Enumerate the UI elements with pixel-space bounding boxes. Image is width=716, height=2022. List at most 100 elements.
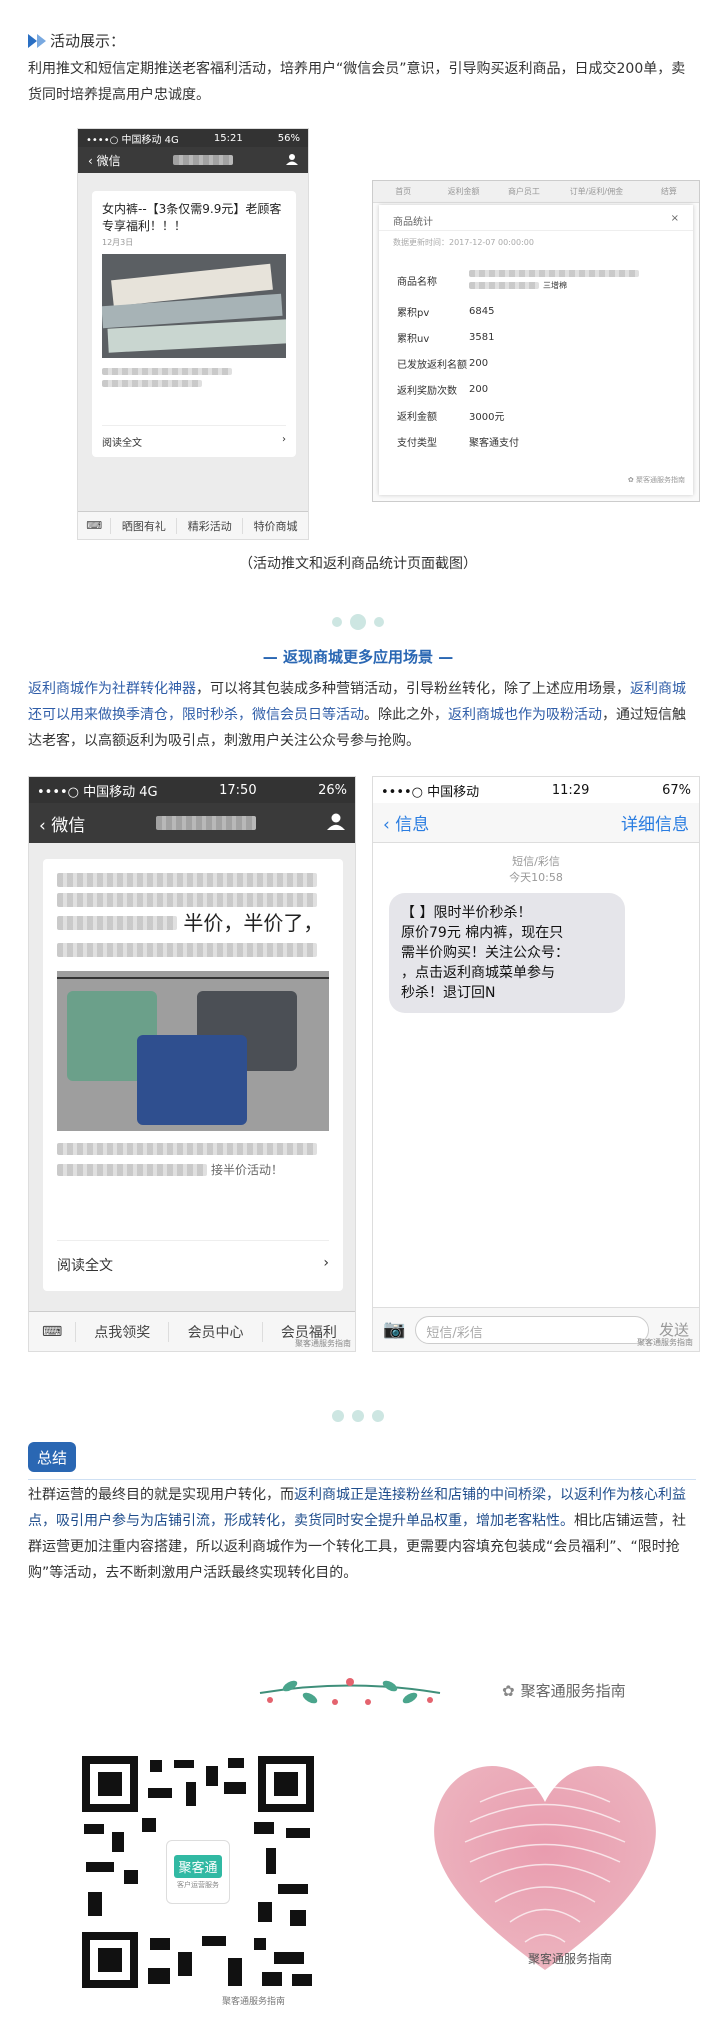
sms-nav-bar: ‹ 信息 详细信息 (373, 803, 699, 843)
summary-badge: 总结 (28, 1442, 76, 1472)
blurred-line (102, 368, 232, 375)
stats-watermark: ✿ 聚客通服务指南 (627, 476, 685, 484)
section-heading: 活动展示： (28, 30, 125, 51)
stats-tab[interactable]: 商户员工 (494, 186, 554, 197)
stats-tab[interactable]: 返利金额 (433, 186, 493, 197)
status-bar: ••••○ 中国移动 4G 15:21 56% (78, 129, 308, 147)
back-label: 信息 (395, 815, 430, 835)
stats-page-screenshot: 首页 返利金额 商户员工 订单/返利/佣金 结算 商品统计 × 数据更新时间：2… (372, 180, 700, 502)
article-date: 12月3日 (102, 238, 134, 247)
stats-key: 返利奖励次数 (397, 385, 457, 397)
time-text: 17:50 (219, 782, 257, 798)
section-divider-dots (0, 612, 716, 632)
section-divider-dots (0, 1408, 716, 1424)
brand-label: ✿ 聚客通服务指南 (502, 1680, 626, 1701)
article-card[interactable]: 半价，半价了， 接半价活动！ 阅读全文 › (43, 859, 343, 1291)
blurred-line (57, 943, 317, 957)
underwear-photo (57, 971, 329, 1131)
back-label: 微信 (96, 153, 121, 168)
back-button[interactable]: ‹ 信息 (383, 810, 429, 835)
watermark-text: 聚客通服务指南 (636, 476, 685, 484)
stats-key: 返利金额 (397, 411, 437, 423)
stats-tab[interactable]: 订单/返利/佣金 (554, 186, 639, 197)
sms-input[interactable]: 短信/彩信 (415, 1315, 649, 1344)
watermark-text: 聚客通服务指南 (637, 1338, 693, 1347)
keyboard-icon[interactable]: ⌨ (78, 519, 110, 532)
qr-logo-text: 聚客通 (174, 1854, 222, 1878)
blurred-account-name (156, 816, 257, 830)
brand-text: 聚客通服务指南 (520, 1682, 626, 1700)
stats-key: 累积pv (397, 307, 430, 319)
back-button[interactable]: ‹ 微信 (88, 152, 121, 169)
stats-row: 支付类型 聚客通支付 (379, 428, 693, 454)
underwear-photo (102, 254, 286, 358)
qr-logo-subtext: 客户运营服务 (177, 1880, 219, 1889)
screenshot-caption: （活动推文和返利商品统计页面截图） (239, 556, 477, 572)
read-more-link[interactable]: 阅读全文 › (57, 1240, 329, 1275)
section2-title: — 返现商城更多应用场景 — (262, 648, 454, 666)
para-text: 。除此之外， (364, 707, 448, 723)
carrier-text: ••••○ 中国移动 4G (86, 134, 179, 146)
leaf-branch-decoration (250, 1668, 450, 1718)
product-suffix: 三增棉 (543, 280, 567, 290)
battery-text: 56% (277, 132, 300, 144)
keyboard-icon[interactable]: ⌨ (29, 1324, 75, 1340)
sms-line: ，点击返利商城菜单参与 (401, 965, 555, 981)
stats-key: 累积uv (397, 333, 430, 345)
sms-screenshot: ••••○ 中国移动 11:29 67% ‹ 信息 详细信息 短信/彩信 今天1… (372, 776, 700, 1352)
article-text-fragment: 半价，半价了， (183, 911, 324, 935)
sms-line: 秒杀！退订回N (401, 985, 496, 1001)
menu-tab-prize[interactable]: 点我领奖 (75, 1321, 168, 1342)
wechat-menu-bar: ⌨ 晒图有礼 精彩活动 特价商城 (78, 511, 308, 539)
stats-tab[interactable]: 首页 (373, 186, 433, 197)
stats-table: 商品名称 三增棉 累积pv 6845 累积uv 3581 已发放返利名额 200 返利… (379, 254, 693, 454)
stats-row: 返利奖励次数 200 (379, 376, 693, 402)
qr-logo: 聚客通 客户运营服务 (166, 1840, 230, 1904)
sms-meta-type: 短信/彩信 (512, 855, 560, 868)
blurred-line (57, 893, 317, 907)
carrier-text: ••••○ 中国移动 4G (37, 784, 158, 800)
profile-icon[interactable] (285, 153, 298, 168)
sms-bubble: 【 】限时半价秒杀！ 原价79元 棉内裤，现在只 需半价购买！关注公众号： ，点… (389, 893, 625, 1013)
article-title: 女内裤--【3条仅需9.9元】老顾客专享福利！！！ (102, 202, 282, 233)
intro-paragraph: 利用推文和短信定期推送老客福利活动，培养用户“微信会员”意识，引导购买返利商品，… (28, 61, 686, 103)
stats-row: 已发放返利名额 200 (379, 350, 693, 376)
para-text: ，可以将其包装成多种营销活动，引导粉丝转化，除了上述应用场景， (196, 681, 630, 697)
camera-icon[interactable]: 📷 (383, 1319, 405, 1340)
menu-tab-events[interactable]: 精彩活动 (176, 517, 242, 534)
battery-text: 26% (318, 782, 347, 798)
sms-line: 需半价购买！关注公众号： (401, 945, 569, 961)
wechat-article-screenshot-2: ••••○ 中国移动 4G 17:50 26% ‹ 微信 半价，半价了， 接半价… (28, 776, 356, 1352)
stats-key: 已发放返利名额 (397, 359, 467, 371)
read-more-link[interactable]: 阅读全文 › (102, 425, 286, 449)
stats-title: 商品统计 (393, 217, 433, 228)
stats-dialog: 商品统计 × 数据更新时间：2017-12-07 00:00:00 商品名称 三… (379, 205, 693, 495)
sms-line: 【 】限时半价秒杀！ (401, 905, 532, 921)
para-highlight: 返利商城也作为吸粉活动 (448, 707, 602, 723)
stats-tab[interactable]: 结算 (639, 186, 699, 197)
stats-value: 3000元 (469, 411, 505, 423)
summary-divider (28, 1479, 696, 1480)
stats-key: 商品名称 (397, 276, 437, 288)
blurred-text (57, 1163, 207, 1176)
chevron-right-icon: › (323, 1255, 329, 1271)
back-label: 微信 (51, 815, 86, 836)
dot-icon (352, 1410, 364, 1422)
article-card[interactable]: 女内裤--【3条仅需9.9元】老顾客专享福利！！！ 12月3日 阅读全文 › (92, 191, 296, 457)
article-tail: 接半价活动！ (57, 1161, 329, 1178)
section-heading-text: 活动展示： (50, 32, 126, 50)
read-more-label: 阅读全文 (102, 438, 142, 449)
close-icon[interactable]: × (671, 213, 679, 224)
blurred-line (57, 1143, 317, 1155)
menu-tab-member-center[interactable]: 会员中心 (168, 1321, 261, 1342)
summary-paragraph: 社群运营的最终目的就是实现用户转化，而返利商城正是连接粉丝和店铺的中间桥梁，以返… (28, 1482, 696, 1586)
menu-tab-mall[interactable]: 特价商城 (242, 517, 308, 534)
details-button[interactable]: 详细信息 (621, 810, 689, 835)
dot-icon (350, 614, 366, 630)
triangle-icon (28, 33, 37, 48)
back-button[interactable]: ‹ 微信 (39, 811, 85, 836)
sms-meta-time: 今天10:58 (509, 871, 563, 884)
status-bar: ••••○ 中国移动 11:29 67% (373, 777, 699, 803)
profile-icon[interactable] (326, 812, 345, 835)
menu-tab-gift[interactable]: 晒图有礼 (110, 517, 176, 534)
